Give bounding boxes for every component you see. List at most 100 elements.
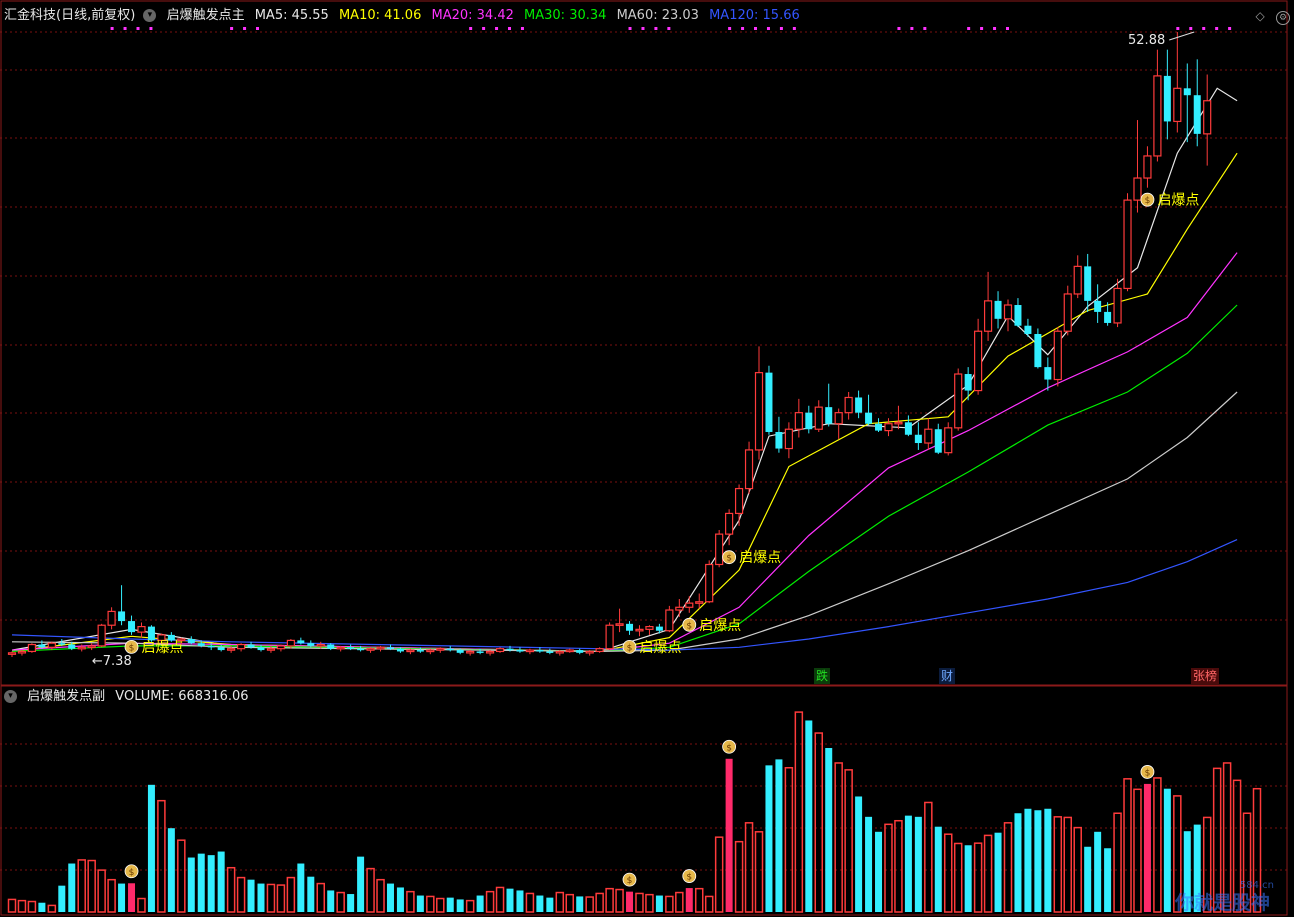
volume-bar	[456, 899, 464, 912]
candle-body	[695, 601, 704, 604]
volume-bar	[994, 832, 1002, 912]
volume-bar	[426, 895, 435, 913]
signal-dot	[1006, 27, 1010, 30]
volume-bar	[376, 878, 385, 913]
volume-bar	[247, 879, 255, 912]
indicator-dropdown-icon[interactable]: ▾	[4, 690, 17, 703]
candle-body	[805, 412, 813, 430]
candle-body	[257, 647, 265, 651]
volume-bar	[1063, 816, 1073, 913]
candle-body	[327, 644, 335, 649]
candle-body	[834, 412, 843, 425]
signal-label: 启爆点	[640, 640, 682, 656]
volume-bar	[1104, 848, 1112, 912]
event-marker-list[interactable]: 张榜	[1191, 668, 1220, 684]
candle-body	[685, 602, 694, 608]
candle-body	[765, 372, 773, 432]
volume-bar	[825, 748, 833, 912]
candle-body	[983, 300, 993, 332]
candle-body	[366, 648, 375, 651]
candle-body	[734, 487, 744, 515]
candle-body	[1133, 177, 1142, 201]
volume-bar	[1014, 813, 1022, 912]
candle-body	[236, 643, 246, 650]
candle-body	[814, 406, 823, 430]
candle-body	[406, 649, 415, 653]
candle-body	[1203, 100, 1212, 135]
indicator-sub-name[interactable]: 启爆触发点副	[27, 689, 105, 704]
volume-bar	[1044, 808, 1052, 912]
volume-bar	[844, 769, 853, 913]
candle-body	[286, 639, 295, 647]
candle-body	[855, 397, 863, 413]
volume-bar	[805, 720, 813, 912]
volume-bar	[465, 899, 475, 913]
gear-icon[interactable]: ⚙	[1276, 11, 1290, 25]
volume-bar	[694, 887, 704, 913]
volume-bar	[884, 823, 893, 913]
signal-dot	[641, 27, 645, 30]
signal-dot	[779, 27, 783, 30]
volume-bar	[336, 891, 345, 913]
diamond-icon[interactable]: ◇	[1253, 9, 1267, 23]
candle-body	[17, 650, 27, 654]
candle-body	[994, 300, 1002, 319]
candle-body	[944, 427, 953, 454]
volume-bar	[297, 863, 305, 912]
volume-bar	[754, 831, 764, 913]
candle-body	[316, 643, 325, 647]
stock-title[interactable]: 汇金科技(日线,前复权)	[4, 8, 135, 23]
low-price-label: ←7.38	[92, 654, 132, 669]
money-bag-glyph: $	[726, 554, 732, 564]
event-marker-drop[interactable]: 跌	[814, 668, 831, 684]
volume-bar	[914, 816, 922, 912]
candle-body	[426, 649, 435, 653]
candle-body	[1153, 75, 1162, 157]
volume-bar	[665, 895, 674, 913]
signal-dot	[910, 27, 914, 30]
volume-bar	[675, 891, 684, 913]
candle-body	[1024, 325, 1032, 334]
signal-dot	[667, 27, 671, 30]
signal-dot	[1228, 27, 1232, 30]
volume-bar	[565, 893, 575, 913]
indicator-dropdown-icon[interactable]: ▾	[143, 9, 157, 22]
volume-bar	[396, 887, 404, 912]
candle-body	[536, 650, 544, 652]
high-pointer	[1169, 31, 1195, 41]
candle-body	[476, 651, 484, 653]
volume-bar-signal	[725, 758, 733, 912]
volume-bar	[97, 869, 106, 913]
indicator-main-name[interactable]: 启爆触发点主	[167, 8, 245, 23]
candle-body	[605, 624, 614, 650]
event-marker-finance[interactable]: 财	[939, 668, 956, 684]
candle-body	[954, 373, 963, 429]
volume-bar	[585, 896, 594, 913]
candle-body	[197, 643, 205, 646]
candle-body	[495, 648, 505, 653]
candle-body	[1003, 304, 1013, 320]
candle-body	[1063, 293, 1072, 332]
volume-bar	[635, 892, 644, 913]
volume-bar	[68, 863, 76, 912]
volume-bar-signal	[128, 883, 136, 912]
volume-bar	[784, 767, 794, 913]
volume-bar	[536, 895, 544, 912]
volume-bar	[595, 892, 604, 913]
chart-corner-controls: ◇ ⚙	[1248, 9, 1290, 25]
signal-dot	[1189, 27, 1193, 30]
ma30-line	[11, 304, 1238, 653]
candle-body	[1073, 265, 1082, 295]
signal-dot	[136, 27, 140, 30]
signal-dot	[766, 27, 770, 30]
candle-body	[1084, 266, 1092, 301]
candle-body	[38, 644, 46, 648]
signal-dot	[754, 27, 758, 30]
volume-bar	[1084, 846, 1092, 912]
volume-readout: VOLUME: 668316.06	[115, 689, 249, 704]
candle-body	[107, 610, 116, 626]
stock-chart-canvas[interactable]: $ 启爆点 $ $ 启爆点 $ $ 启爆点 $ $ 启爆点 $ $ 启爆点 $52.88 ←7.38	[0, 0, 1294, 917]
candle-body	[546, 651, 554, 653]
volume-bar	[904, 815, 912, 912]
candle-body	[974, 330, 983, 392]
